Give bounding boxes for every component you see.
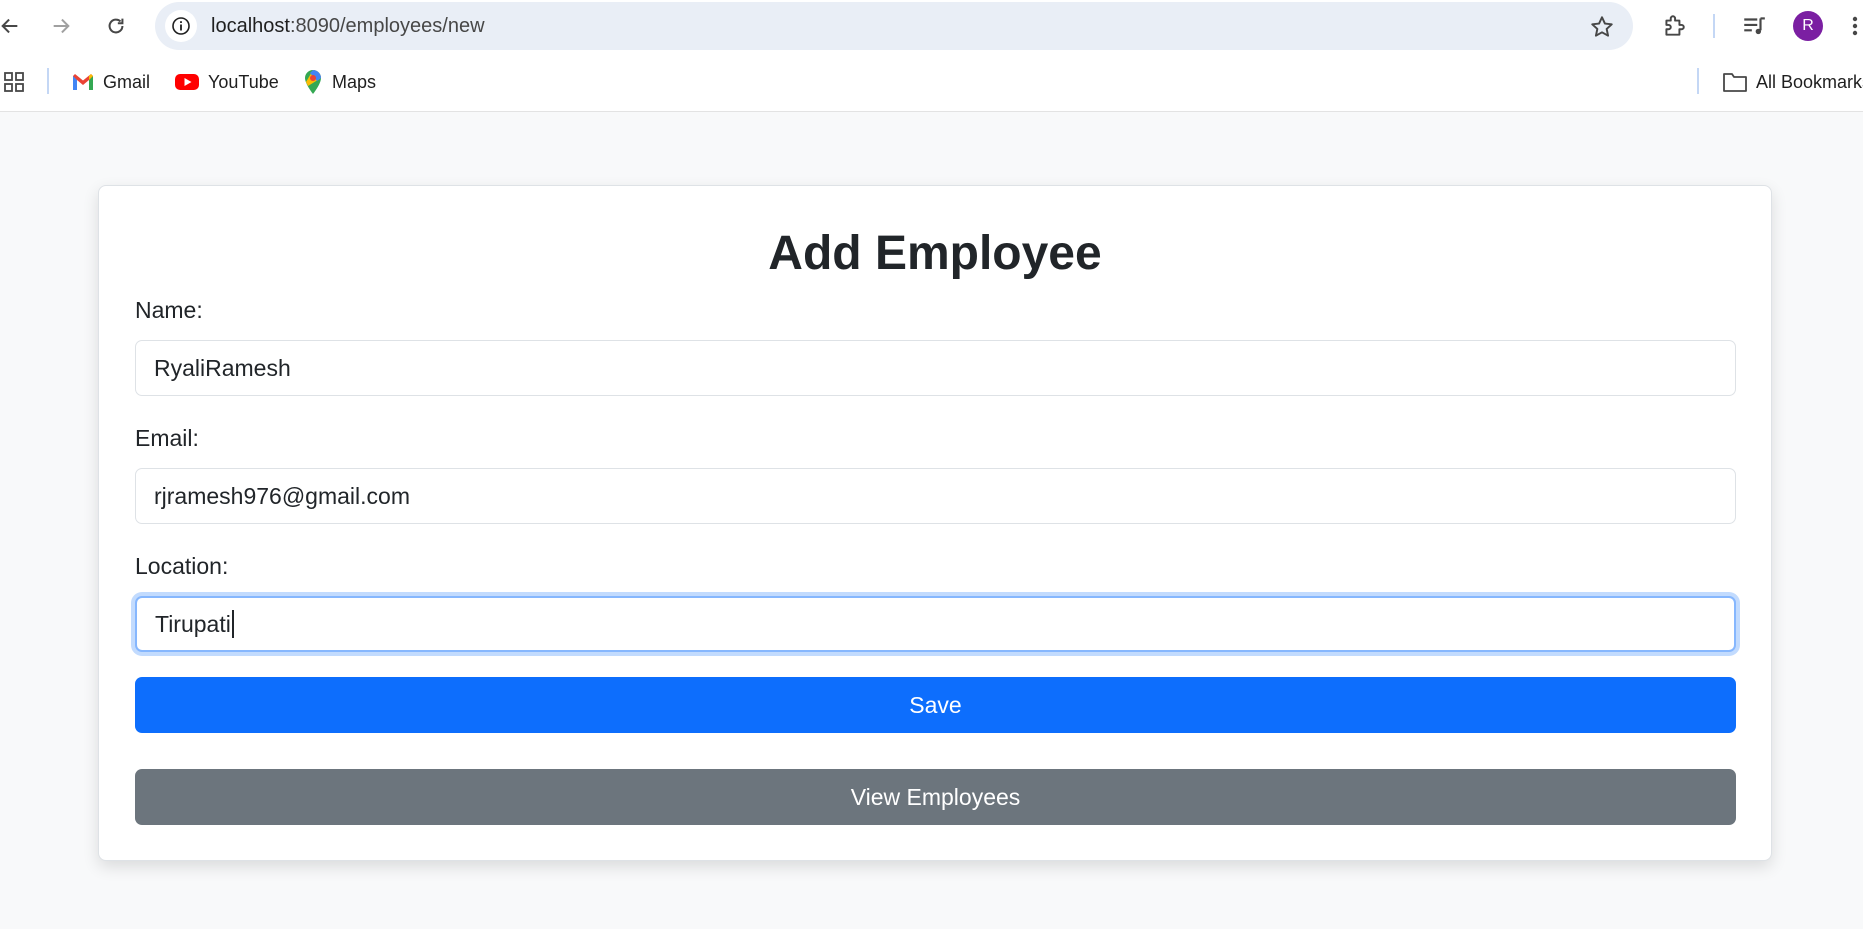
location-label: Location: bbox=[135, 553, 229, 579]
forward-button[interactable] bbox=[45, 10, 77, 42]
reload-icon bbox=[108, 18, 124, 34]
site-info-icon[interactable] bbox=[165, 10, 197, 42]
bookmark-gmail[interactable]: Gmail bbox=[71, 68, 150, 96]
all-bookmarks-label: All Bookmarks bbox=[1756, 71, 1863, 92]
profile-avatar[interactable]: R bbox=[1793, 11, 1823, 41]
url-host: localhost bbox=[211, 15, 290, 37]
menu-kebab-icon[interactable] bbox=[1846, 12, 1863, 40]
bookmark-star-icon[interactable] bbox=[1589, 14, 1615, 40]
email-input[interactable]: rjramesh976@gmail.com bbox=[135, 468, 1736, 524]
bookmark-label: Gmail bbox=[103, 71, 151, 92]
address-bar[interactable]: localhost:8090/employees/new bbox=[155, 2, 1633, 50]
email-value: rjramesh976@gmail.com bbox=[154, 482, 410, 509]
media-control-icon[interactable] bbox=[1740, 12, 1768, 40]
apps-grid-icon[interactable] bbox=[2, 68, 34, 96]
arrow-left-icon bbox=[1, 18, 18, 34]
extensions-icon[interactable] bbox=[1660, 12, 1688, 40]
url-path: :8090/employees/new bbox=[289, 15, 485, 37]
name-input[interactable]: RyaliRamesh bbox=[135, 340, 1736, 396]
url-text[interactable]: localhost:8090/employees/new bbox=[211, 15, 485, 38]
location-value: Tirupati bbox=[155, 610, 231, 637]
name-value: RyaliRamesh bbox=[154, 354, 291, 381]
bookmark-maps[interactable]: Maps bbox=[302, 68, 376, 96]
bookmark-label: Maps bbox=[332, 71, 377, 92]
page-title: Add Employee bbox=[768, 227, 1102, 280]
back-button[interactable] bbox=[0, 10, 26, 42]
folder-icon bbox=[1723, 73, 1747, 92]
maps-pin-icon bbox=[305, 70, 321, 94]
name-label: Name: bbox=[135, 297, 203, 323]
youtube-icon bbox=[175, 74, 199, 90]
bookmarks-divider bbox=[1697, 68, 1699, 94]
view-employees-button[interactable]: View Employees bbox=[135, 769, 1736, 825]
save-button[interactable]: Save bbox=[135, 677, 1736, 733]
bookmarks-divider bbox=[47, 68, 49, 94]
email-label: Email: bbox=[135, 425, 199, 451]
all-bookmarks-button[interactable]: All Bookmarks bbox=[1722, 68, 1863, 96]
toolbar-divider bbox=[1713, 14, 1715, 38]
gmail-icon bbox=[73, 74, 93, 90]
reload-button[interactable] bbox=[100, 10, 132, 42]
bookmark-label: YouTube bbox=[208, 71, 279, 92]
bookmarks-bar: Gmail YouTube Maps All Bookmarks bbox=[0, 52, 1863, 112]
employee-form-card: Add Employee Name: RyaliRamesh Email: rj… bbox=[98, 185, 1772, 861]
browser-toolbar: localhost:8090/employees/new R bbox=[0, 0, 1863, 52]
location-input[interactable]: Tirupati bbox=[135, 596, 1736, 652]
arrow-right-icon bbox=[53, 18, 70, 34]
bookmark-youtube[interactable]: YouTube bbox=[174, 68, 279, 96]
text-caret bbox=[231, 610, 234, 638]
